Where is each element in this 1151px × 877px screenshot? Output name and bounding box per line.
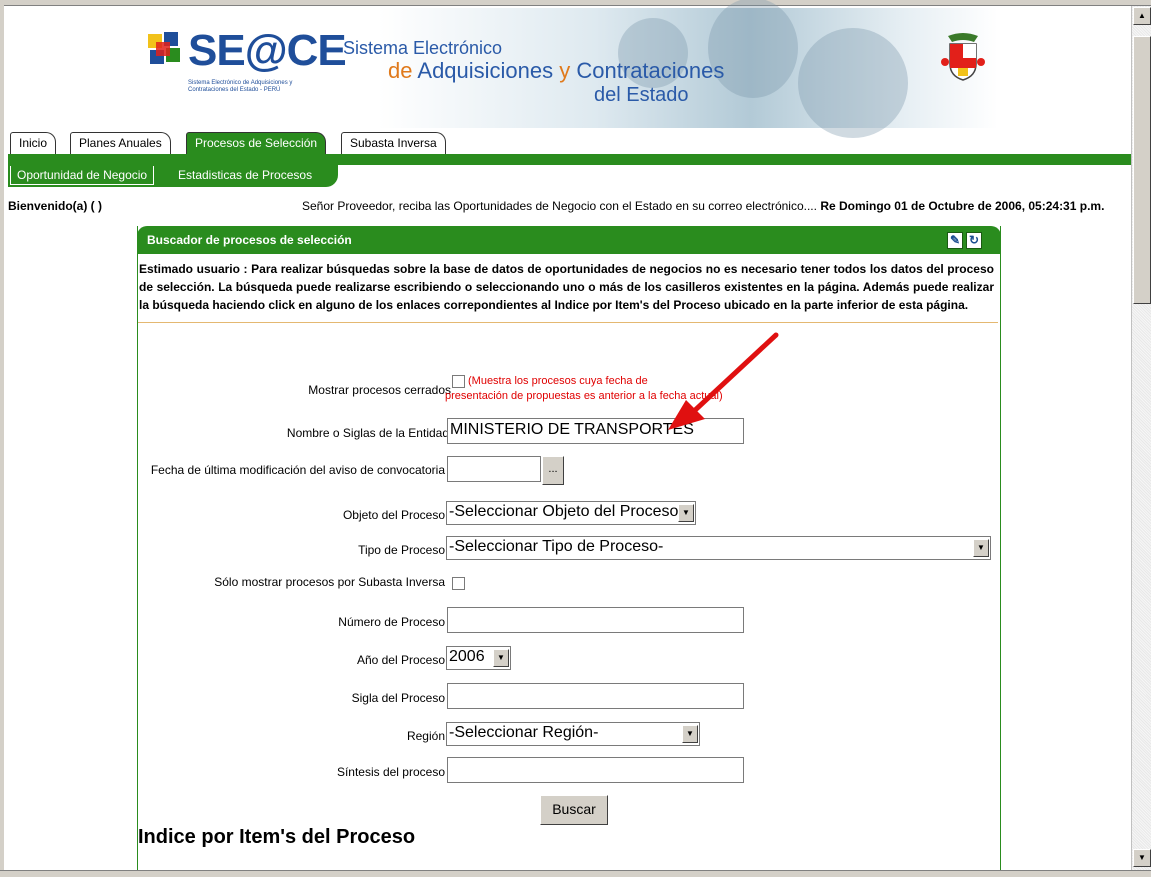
subasta-label: Sólo mostrar procesos por Subasta Invers… xyxy=(214,575,445,589)
vertical-scrollbar[interactable]: ▲ ▼ xyxy=(1131,6,1151,870)
chevron-down-icon[interactable]: ▼ xyxy=(493,649,509,667)
numero-input[interactable] xyxy=(447,607,744,633)
anio-select[interactable]: 2006 ▼ xyxy=(446,646,511,670)
site-banner: SE@CE Sistema Electrónico de Adquisicion… xyxy=(8,0,1131,138)
objeto-select[interactable]: -Seleccionar Objeto del Proceso- ▼ xyxy=(446,501,696,525)
chevron-down-icon[interactable]: ▼ xyxy=(973,539,989,557)
mostrar-cerrados-checkbox[interactable] xyxy=(452,375,465,388)
region-select-value: -Seleccionar Región- xyxy=(449,724,599,741)
objeto-label: Objeto del Proceso xyxy=(342,508,445,522)
fecha-input[interactable] xyxy=(447,456,541,482)
fecha-calendar-button[interactable]: ... xyxy=(542,456,564,485)
chevron-down-icon[interactable]: ▼ xyxy=(678,504,694,522)
subtab-estadisticas-de-procesos[interactable]: Estadisticas de Procesos xyxy=(172,166,318,184)
mostrar-cerrados-hint-2: presentación de propuestas es anterior a… xyxy=(445,390,723,402)
sintesis-input[interactable] xyxy=(447,757,744,783)
subtab-bar: Oportunidad de Negocio Estadisticas de P… xyxy=(8,163,338,187)
refresh-icon[interactable]: ↻ xyxy=(966,232,982,249)
seace-logo-icon xyxy=(148,32,180,64)
subtab-oportunidad-de-negocio[interactable]: Oportunidad de Negocio xyxy=(10,166,155,185)
banner-title-line1: Sistema Electrónico xyxy=(343,38,503,58)
search-instructions: Estimado usuario : Para realizar búsqued… xyxy=(138,260,998,323)
scroll-thumb[interactable] xyxy=(1133,36,1151,304)
tipo-select-value: -Seleccionar Tipo de Proceso- xyxy=(449,538,664,555)
index-section-title: Indice por Item's del Proceso xyxy=(138,826,416,848)
tipo-label: Tipo de Proceso xyxy=(358,543,445,557)
fecha-label: Fecha de última modificación del aviso d… xyxy=(150,463,445,477)
region-label: Región xyxy=(406,729,445,743)
panel-title: Buscador de procesos de selección xyxy=(147,233,352,247)
scroll-up-icon[interactable]: ▲ xyxy=(1133,7,1151,25)
entidad-input[interactable]: MINISTERIO DE TRANSPORTES xyxy=(447,418,744,444)
notice-date: Re Domingo 01 de Octubre de 2006, 05:24:… xyxy=(820,199,1105,213)
entidad-label: Nombre o Siglas de la Entidad xyxy=(286,426,449,440)
banner-word-de: de xyxy=(388,58,413,83)
notice-marquee: Señor Proveedor, reciba las Oportunidade… xyxy=(302,199,1104,213)
banner-word-y: y xyxy=(559,58,571,83)
notice-text: Señor Proveedor, reciba las Oportunidade… xyxy=(302,199,817,213)
subasta-checkbox[interactable] xyxy=(452,577,465,590)
tab-procesos-de-seleccion[interactable]: Procesos de Selección xyxy=(186,132,327,154)
search-panel: Buscador de procesos de selección ✎ ↻ Es… xyxy=(137,226,1001,876)
sigla-input[interactable] xyxy=(447,683,744,709)
banner-title-line3: del Estado xyxy=(594,84,689,106)
welcome-text: Bienvenido(a) ( ) xyxy=(8,199,103,213)
mostrar-cerrados-hint-1: (Muestra los procesos cuya fecha de xyxy=(468,375,648,387)
panel-header: Buscador de procesos de selección ✎ ↻ xyxy=(137,226,1001,254)
tipo-select[interactable]: -Seleccionar Tipo de Proceso- ▼ xyxy=(446,536,991,560)
anio-select-value: 2006 xyxy=(449,648,485,665)
scroll-down-icon[interactable]: ▼ xyxy=(1133,849,1151,867)
sigla-label: Sigla del Proceso xyxy=(351,691,445,705)
window-left-edge xyxy=(0,0,4,877)
chevron-down-icon[interactable]: ▼ xyxy=(682,725,698,743)
peru-crest-icon xyxy=(941,33,985,81)
tab-subasta-inversa[interactable]: Subasta Inversa xyxy=(341,132,446,154)
tab-planes-anuales[interactable]: Planes Anuales xyxy=(70,132,171,154)
window-top-edge xyxy=(0,0,1151,6)
banner-word-adquisiciones: Adquisiciones xyxy=(417,58,554,83)
tab-inicio[interactable]: Inicio xyxy=(10,132,57,154)
seace-logo-text: SE@CE xyxy=(188,26,347,75)
banner-title-line2: de Adquisiciones y Contrataciones xyxy=(388,58,724,84)
window-bottom-edge xyxy=(0,870,1151,877)
objeto-select-value: -Seleccionar Objeto del Proceso- xyxy=(449,503,684,520)
main-tabbar: Inicio Planes Anuales Procesos de Selecc… xyxy=(8,130,1131,154)
region-select[interactable]: -Seleccionar Región- ▼ xyxy=(446,722,700,746)
banner-word-contrataciones: Contrataciones xyxy=(576,58,725,83)
edit-icon[interactable]: ✎ xyxy=(947,232,963,249)
sintesis-label: Síntesis del proceso xyxy=(336,765,445,779)
welcome-row: Bienvenido(a) ( ) Señor Proveedor, recib… xyxy=(8,199,1131,215)
anio-label: Año del Proceso xyxy=(356,653,445,667)
numero-label: Número de Proceso xyxy=(338,615,445,629)
seace-logo-subtitle: Sistema Electrónico de Adquisiciones y C… xyxy=(188,80,293,93)
mostrar-cerrados-label: Mostrar procesos cerrados xyxy=(308,383,451,397)
buscar-button[interactable]: Buscar xyxy=(540,795,608,825)
